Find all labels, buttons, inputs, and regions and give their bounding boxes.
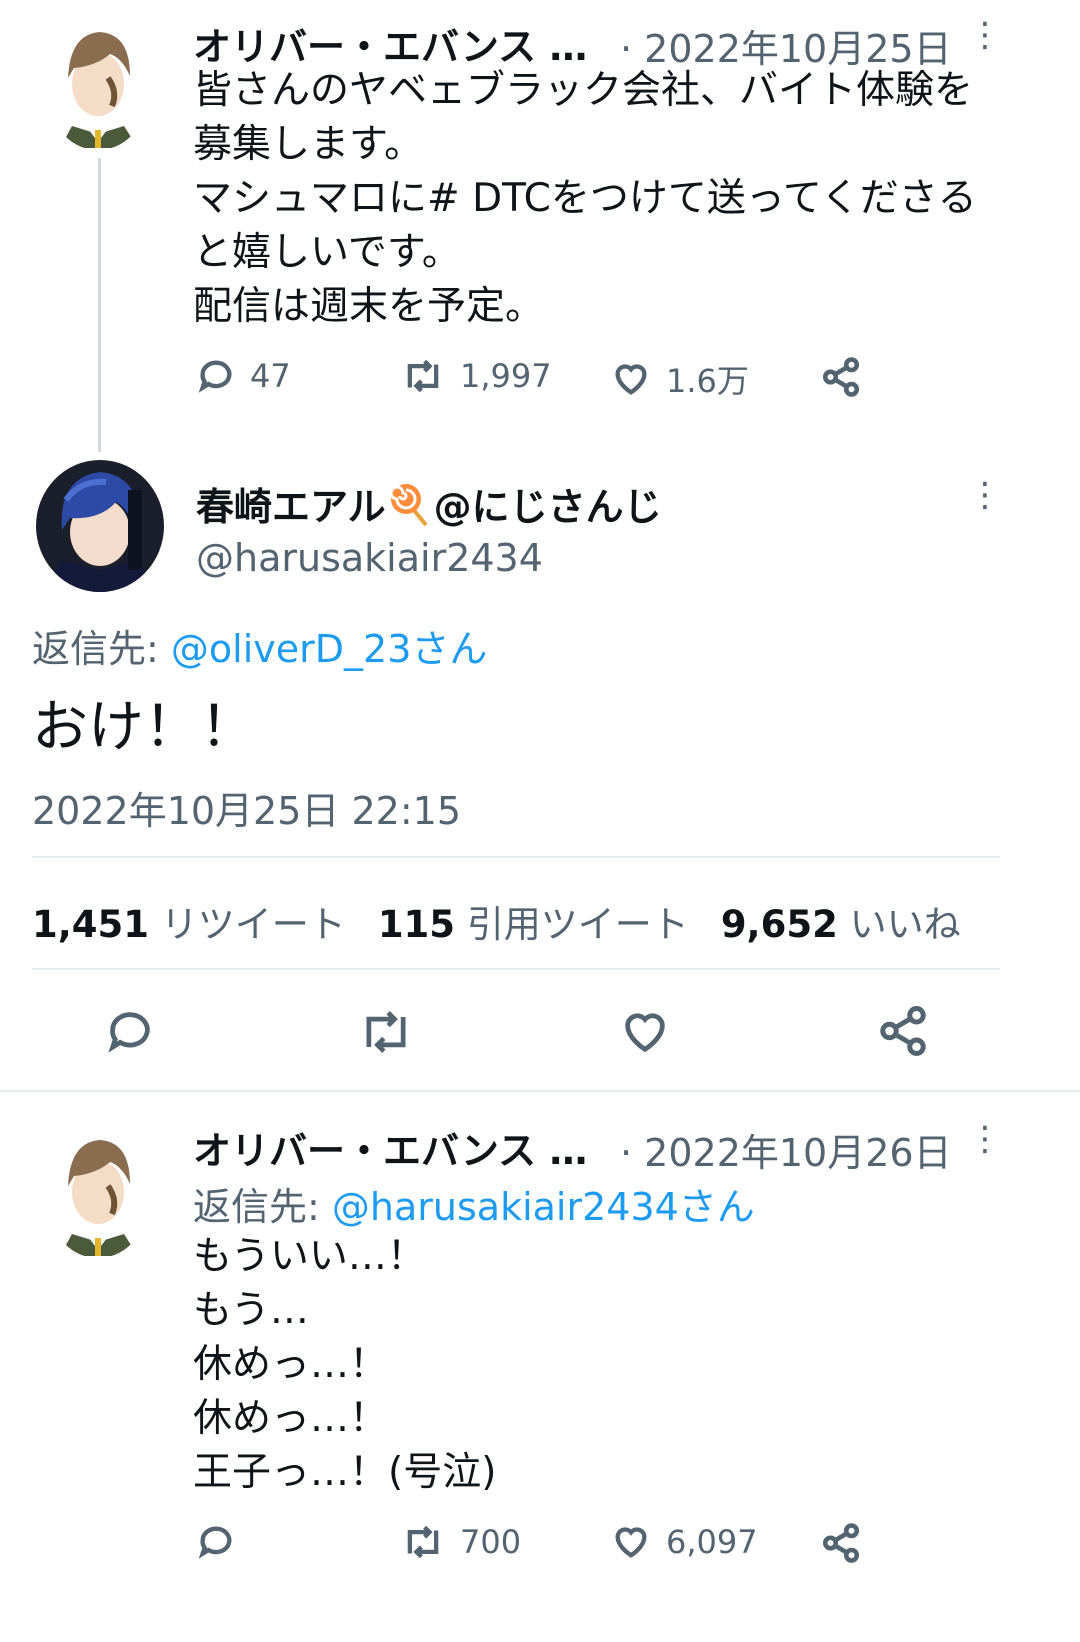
reply-to: 返信先: @oliverD_23さん: [32, 618, 487, 673]
share-icon: [822, 1523, 860, 1563]
handle[interactable]: @harusakiair2434: [196, 536, 543, 580]
reply-to-user-link[interactable]: @oliverD_23さん: [171, 627, 487, 671]
retweet-icon: [407, 1525, 439, 1559]
reply-to-label: 返信先:: [193, 1185, 320, 1229]
share-button[interactable]: [820, 356, 862, 398]
likes-stat[interactable]: 9,652 いいね: [721, 903, 961, 946]
share-icon: [880, 1006, 926, 1056]
divider: [32, 968, 1000, 970]
like-icon: [625, 1013, 665, 1053]
tweet-text: 皆さんのヤベェブラック会社、バイト体験を 募集します。 マシュマロに# DTCを…: [193, 68, 977, 329]
avatar-harusaki[interactable]: [36, 460, 164, 592]
more-icon[interactable]: ⋮: [968, 478, 1002, 512]
reply-button[interactable]: [196, 1522, 236, 1562]
tweet-date[interactable]: · 2022年10月26日: [620, 1122, 952, 1177]
like-button[interactable]: [618, 1006, 672, 1062]
retweet-count: 700: [460, 1523, 522, 1561]
reply-icon: [108, 1012, 150, 1053]
reply-count: 47: [250, 357, 291, 395]
display-name[interactable]: オリバー・エバンス …: [193, 1120, 587, 1175]
divider: [0, 1090, 1080, 1092]
like-icon: [615, 364, 647, 395]
like-icon: [615, 1527, 647, 1558]
like-count: 1.6万: [666, 362, 749, 400]
more-icon[interactable]: ⋮: [968, 18, 1002, 52]
retweet-button[interactable]: [356, 1006, 416, 1062]
display-name[interactable]: オリバー・エバンス …: [193, 16, 587, 71]
avatar-oliver[interactable]: [52, 18, 144, 150]
display-name[interactable]: 春崎エアル: [196, 476, 386, 531]
reply-button[interactable]: [104, 1006, 156, 1062]
display-name-suffix[interactable]: @にじさんじ: [434, 476, 662, 531]
share-button[interactable]: [820, 1522, 862, 1564]
share-button[interactable]: [876, 1004, 930, 1062]
quotes-stat[interactable]: 115 引用ツイート: [378, 903, 689, 946]
thread-line: [98, 158, 101, 452]
more-icon[interactable]: ⋮: [968, 1122, 1002, 1156]
reply-button[interactable]: 47: [196, 356, 291, 396]
display-name-row[interactable]: 春崎エアル @にじさんじ: [196, 476, 662, 531]
tweet-text: おけ！！: [32, 695, 256, 760]
divider: [32, 856, 1000, 858]
reply-to-user-link[interactable]: @harusakiair2434さん: [332, 1185, 755, 1229]
tweet-timestamp[interactable]: 2022年10月25日 22:15: [32, 780, 461, 835]
retweet-icon: [366, 1011, 406, 1053]
like-button[interactable]: 6,097: [610, 1522, 758, 1562]
retweet-icon: [407, 359, 439, 393]
tweet-text: もういい…！ もう… 休めっ…！ 休めっ…！ 王子っ…！(号泣): [193, 1234, 497, 1495]
reply-icon: [198, 1526, 232, 1559]
like-count: 6,097: [666, 1523, 758, 1561]
like-button[interactable]: 1.6万: [610, 356, 749, 402]
reply-icon: [198, 360, 232, 393]
reply-to-label: 返信先:: [32, 627, 159, 671]
share-icon: [822, 357, 860, 397]
retweets-stat[interactable]: 1,451 リツイート: [32, 903, 346, 946]
retweet-button[interactable]: 700: [400, 1522, 521, 1562]
retweet-button[interactable]: 1,997: [400, 356, 552, 396]
reply-to: 返信先: @harusakiair2434さん: [193, 1176, 755, 1231]
retweet-count: 1,997: [460, 357, 552, 395]
avatar-oliver[interactable]: [52, 1126, 144, 1258]
lollipop-icon: [388, 481, 432, 527]
tweet-stats: 1,451 リツイート 115 引用ツイート 9,652 いいね: [32, 894, 961, 948]
